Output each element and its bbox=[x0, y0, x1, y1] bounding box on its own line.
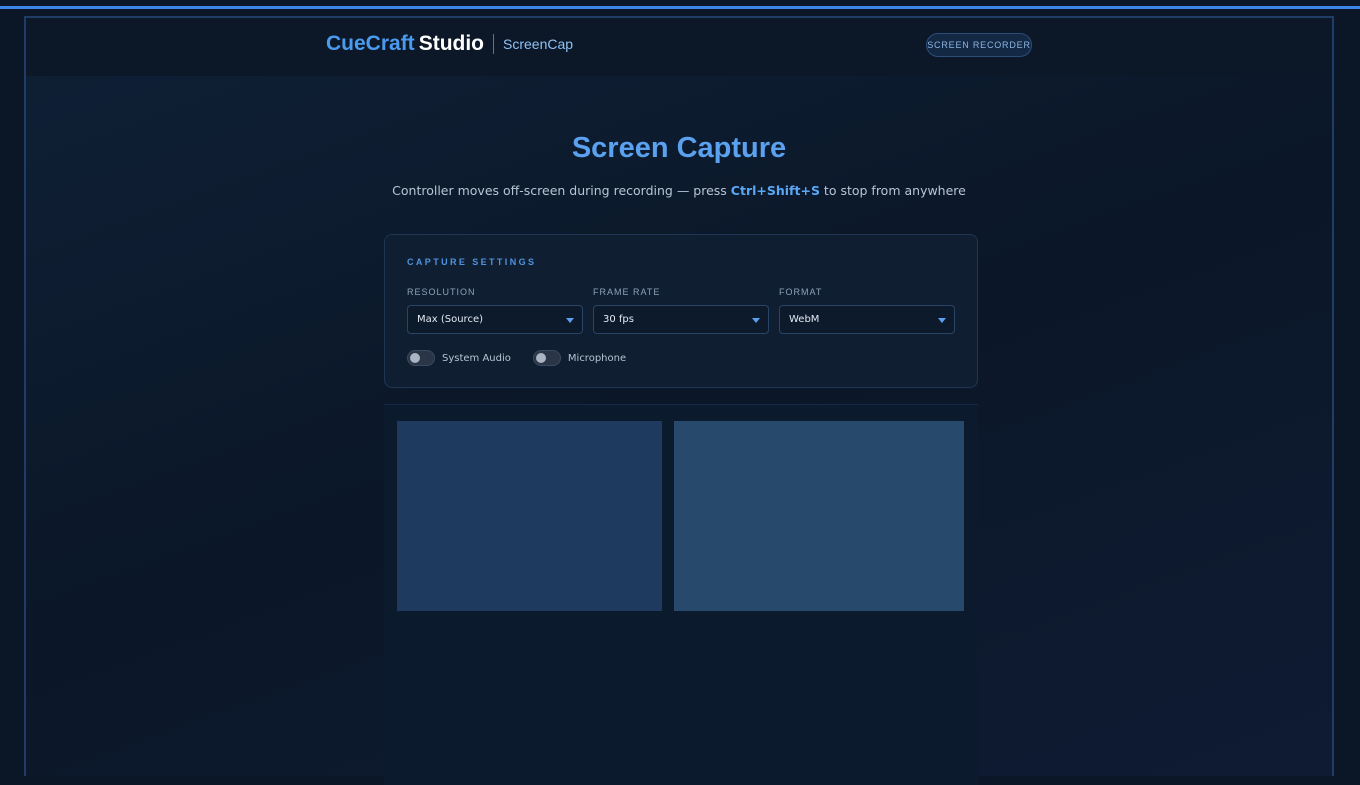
system-audio-label: System Audio bbox=[442, 352, 511, 364]
capture-settings-title: CAPTURE SETTINGS bbox=[407, 257, 537, 267]
audio-toggles: System Audio Microphone bbox=[407, 350, 648, 366]
capture-settings-panel: CAPTURE SETTINGS RESOLUTION Max (Source)… bbox=[384, 234, 978, 388]
toggle-knob bbox=[410, 353, 420, 363]
top-accent-bar bbox=[0, 6, 1360, 9]
resolution-value: Max (Source) bbox=[417, 314, 484, 325]
brand-product-name: ScreenCap bbox=[503, 36, 574, 52]
brand-accent-text: CueCraft bbox=[326, 32, 415, 55]
system-audio-switch[interactable] bbox=[407, 350, 435, 366]
chevron-down-icon bbox=[752, 318, 760, 323]
format-select[interactable]: WebM bbox=[779, 305, 955, 334]
brand-divider bbox=[493, 34, 495, 54]
system-audio-toggle[interactable]: System Audio bbox=[407, 350, 511, 366]
subtitle-text-after: to stop from anywhere bbox=[819, 183, 966, 198]
source-preview-right[interactable] bbox=[674, 421, 964, 611]
frame-rate-label: FRAME RATE bbox=[593, 287, 661, 297]
format-label: FORMAT bbox=[779, 287, 823, 297]
frame-rate-field: FRAME RATE 30 fps bbox=[593, 287, 769, 334]
chevron-down-icon bbox=[566, 318, 574, 323]
chevron-down-icon bbox=[938, 318, 946, 323]
frame-rate-value: 30 fps bbox=[603, 314, 634, 325]
stop-shortcut: Ctrl+Shift+S bbox=[730, 183, 820, 198]
microphone-label: Microphone bbox=[567, 352, 627, 364]
brand-logo[interactable]: CueCraft Studio ScreenCap bbox=[326, 32, 573, 56]
format-field: FORMAT WebM bbox=[779, 287, 955, 334]
microphone-switch[interactable] bbox=[532, 350, 561, 366]
page-subtitle: Controller moves off-screen during recor… bbox=[26, 183, 1332, 198]
screen-recorder-badge: SCREEN RECORDER bbox=[926, 33, 1032, 57]
resolution-field: RESOLUTION Max (Source) bbox=[407, 287, 583, 334]
app-frame: CueCraft Studio ScreenCap SCREEN RECORDE… bbox=[24, 16, 1334, 785]
format-value: WebM bbox=[789, 314, 820, 325]
preview-area bbox=[384, 404, 978, 785]
header: CueCraft Studio ScreenCap SCREEN RECORDE… bbox=[26, 18, 1332, 76]
brand-main-text: Studio bbox=[418, 32, 485, 55]
resolution-select[interactable]: Max (Source) bbox=[407, 305, 583, 334]
subtitle-text-before: Controller moves off-screen during recor… bbox=[392, 183, 731, 198]
frame-rate-select[interactable]: 30 fps bbox=[593, 305, 769, 334]
toggle-knob bbox=[535, 353, 546, 363]
page-title: Screen Capture bbox=[571, 132, 787, 164]
microphone-toggle[interactable]: Microphone bbox=[532, 350, 627, 366]
source-preview-left[interactable] bbox=[397, 421, 662, 611]
resolution-label: RESOLUTION bbox=[407, 287, 476, 297]
